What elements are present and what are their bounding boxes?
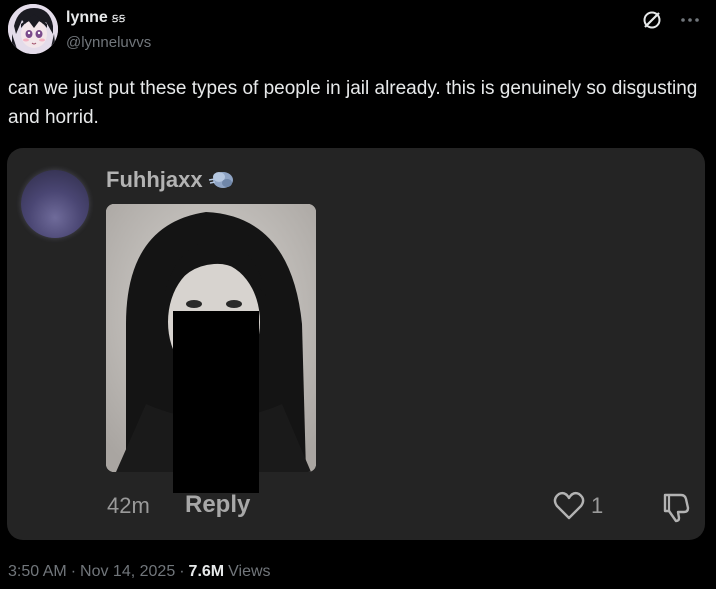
- heart-icon: [553, 491, 585, 520]
- views-count: 7.6M: [188, 563, 225, 580]
- reply-button[interactable]: Reply: [185, 491, 250, 519]
- commenter-avatar: [21, 170, 89, 238]
- cloud-puff-icon: [208, 172, 233, 188]
- comment-time-ago: 42m: [107, 493, 150, 518]
- commenter-username: Fuhhjaxx: [106, 167, 203, 192]
- author-display-name[interactable]: lynne: [66, 9, 108, 27]
- tweet-date[interactable]: Nov 14, 2025: [80, 563, 175, 581]
- author-name-glyph: ꞩꞩ: [111, 10, 126, 25]
- tweet-time[interactable]: 3:50 AM: [8, 563, 67, 581]
- embedded-comment-card[interactable]: Fuhhjaxx 42m Reply 1: [7, 148, 705, 540]
- avatar-illustration: [8, 4, 58, 54]
- more-icon[interactable]: [676, 6, 704, 34]
- author-handle[interactable]: @lynneluvvs: [66, 34, 151, 51]
- author-name-row[interactable]: lynne ꞩꞩ: [66, 9, 125, 27]
- like-button[interactable]: 1: [553, 491, 603, 521]
- top-actions: [638, 6, 704, 34]
- author-avatar[interactable]: [8, 4, 58, 54]
- grok-icon[interactable]: [638, 6, 666, 34]
- thumbs-down-icon: [663, 493, 690, 523]
- views-label: Views: [228, 563, 271, 580]
- redaction-box: [173, 311, 259, 493]
- meta-separator: ·: [179, 563, 185, 580]
- commenter-row: Fuhhjaxx: [106, 167, 235, 193]
- tweet-text: can we just put these types of people in…: [8, 78, 698, 128]
- tweet-meta: 3:50 AM · Nov 14, 2025 · 7.6M Views: [8, 563, 271, 581]
- meta-separator: ·: [70, 563, 77, 580]
- like-count: 1: [591, 493, 604, 518]
- dislike-button[interactable]: [659, 491, 691, 528]
